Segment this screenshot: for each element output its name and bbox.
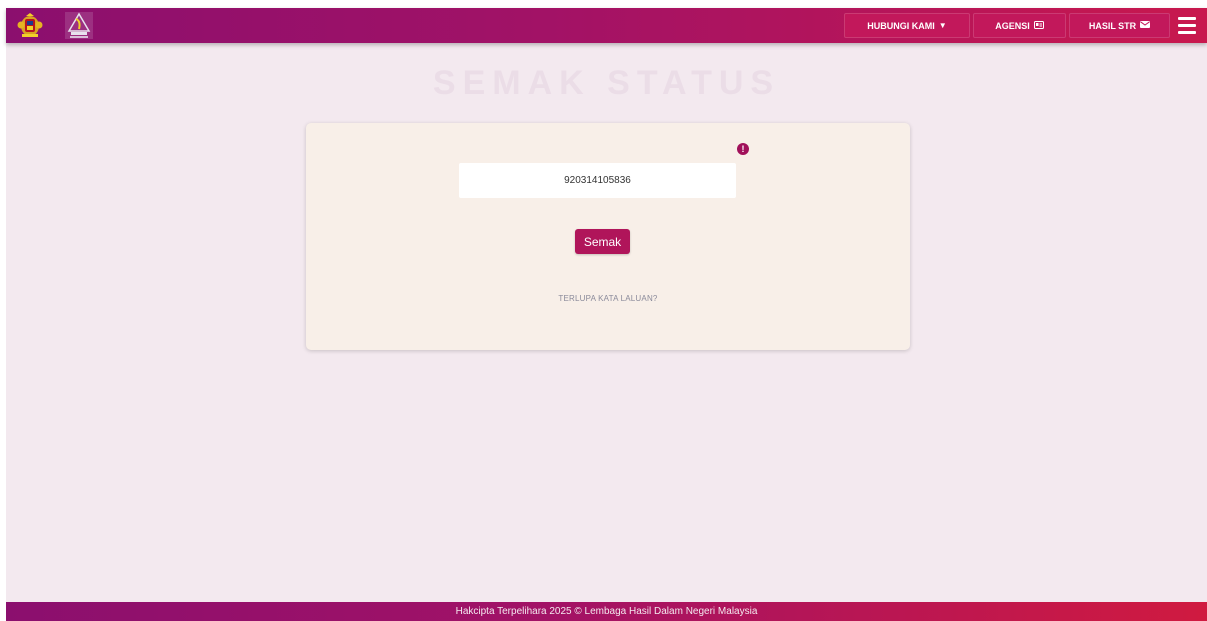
nav-agensi-button[interactable]: AGENSI — [973, 13, 1066, 38]
page-frame: HUBUNGI KAMI ▼ AGENSI HASIL STR SEMAK ST… — [6, 8, 1207, 621]
nav-hubungi-kami-button[interactable]: HUBUNGI KAMI ▼ — [844, 13, 970, 38]
top-navbar: HUBUNGI KAMI ▼ AGENSI HASIL STR — [6, 8, 1207, 43]
envelope-icon — [1140, 21, 1151, 30]
nav-agensi-label: AGENSI — [995, 20, 1030, 31]
nav-hasil-str-label: HASIL STR — [1088, 20, 1137, 31]
malaysia-coat-of-arms-icon[interactable] — [16, 12, 44, 39]
id-card-icon — [1033, 20, 1044, 31]
footer: Hakcipta Terpelihara 2025 © Lembaga Hasi… — [6, 602, 1207, 621]
lhdn-logo-icon[interactable] — [64, 11, 94, 40]
ic-number-input[interactable] — [459, 163, 736, 198]
exclamation-circle-icon[interactable]: ! — [737, 143, 749, 155]
copyright-text: Hakcipta Terpelihara 2025 © Lembaga Hasi… — [455, 606, 758, 617]
page-title: SEMAK STATUS — [432, 64, 781, 102]
caret-down-icon: ▼ — [938, 20, 947, 30]
nav-hasil-str-button[interactable]: HASIL STR — [1069, 13, 1170, 38]
status-check-card: ! Semak TERLUPA KATA LALUAN? — [306, 123, 910, 350]
semak-button[interactable]: Semak — [575, 229, 630, 254]
hamburger-menu-icon[interactable] — [1176, 14, 1198, 36]
nav-hubungi-kami-label: HUBUNGI KAMI — [867, 20, 935, 31]
forgot-password-link[interactable]: TERLUPA KATA LALUAN? — [306, 294, 910, 303]
